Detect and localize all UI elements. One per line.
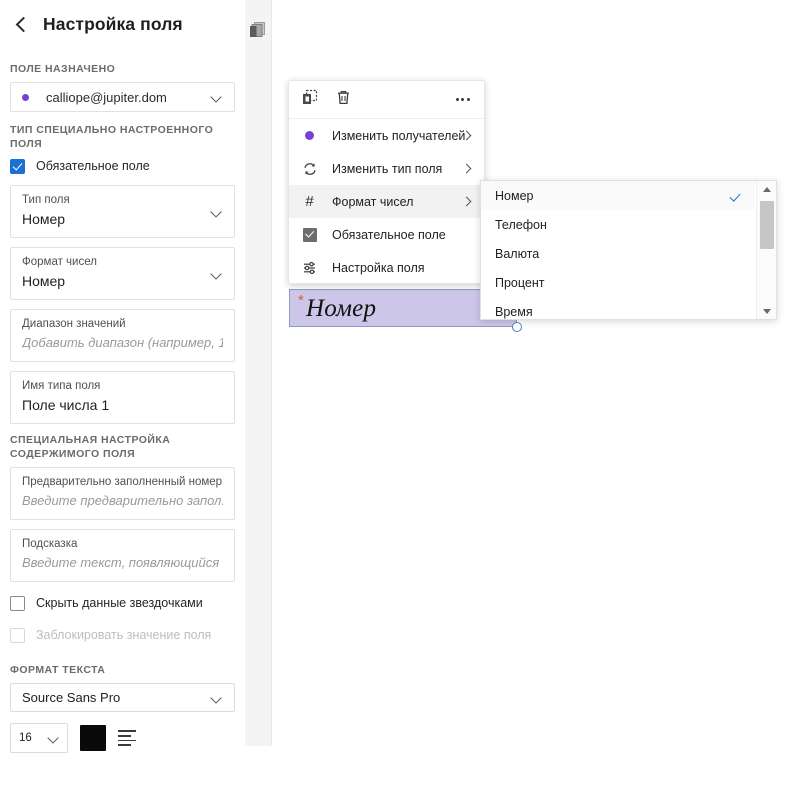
scroll-up-icon[interactable]	[757, 181, 777, 197]
assignee-select[interactable]: calliope@jupiter.dom	[10, 82, 235, 112]
check-icon	[730, 191, 742, 201]
value-range-input[interactable]: Диапазон значений Добавить диапазон (нап…	[10, 309, 235, 362]
checkbox-disabled-icon	[10, 627, 25, 643]
font-family-select[interactable]: Source Sans Pro	[10, 683, 235, 712]
chevron-down-icon	[212, 270, 223, 281]
number-format-label: Формат чисел	[22, 256, 97, 268]
submenu-options-list: Номер Телефон Валюта Процент Время	[481, 181, 755, 326]
number-format-value: Номер	[22, 273, 66, 289]
menu-item-number-format[interactable]: # Формат чисел	[289, 185, 484, 218]
required-field-label: Обязательное поле	[36, 159, 150, 173]
menu-item-label: Обязательное поле	[332, 227, 446, 242]
section-label-assigned: ПОЛЕ НАЗНАЧЕНО	[10, 63, 116, 75]
submenu-scrollbar[interactable]	[756, 181, 776, 319]
align-left-icon[interactable]	[118, 729, 138, 747]
submenu-option-time[interactable]: Время	[481, 297, 755, 326]
submenu-option-label: Телефон	[495, 217, 547, 232]
section-label-content: СПЕЦИАЛЬНАЯ НАСТРОЙКА СОДЕРЖИМОГО ПОЛЯ	[10, 434, 171, 460]
number-format-select[interactable]: Формат чисел Номер	[10, 247, 235, 300]
font-size-value: 16	[19, 732, 32, 744]
lock-value-label: Заблокировать значение поля	[36, 628, 212, 642]
field-type-name-value: Поле числа 1	[22, 397, 110, 413]
required-marker: *	[298, 292, 304, 309]
menu-item-label: Изменить тип поля	[332, 161, 443, 176]
menu-item-field-settings[interactable]: Настройка поля	[289, 251, 484, 284]
mask-data-label: Скрыть данные звездочками	[36, 596, 203, 610]
page-title: Настройка поля	[43, 14, 183, 34]
chevron-down-icon	[212, 93, 223, 104]
lock-value-checkbox-row: Заблокировать значение поля	[10, 626, 235, 644]
text-format-controls: 16	[10, 723, 235, 753]
field-type-label: Тип поля	[22, 194, 70, 206]
menu-item-label: Формат чисел	[332, 194, 414, 209]
value-range-label: Диапазон значений	[22, 318, 126, 330]
submenu-option-label: Процент	[495, 275, 545, 290]
menu-item-change-field-type[interactable]: Изменить тип поля	[289, 152, 484, 185]
field-context-menu: Изменить получателей Изменить тип поля #…	[288, 80, 485, 284]
sliders-icon	[301, 259, 318, 276]
prefilled-number-placeholder: Введите предварительно запол...	[22, 493, 223, 508]
assignee-dot-icon	[22, 93, 29, 101]
checkbox-unchecked-icon[interactable]	[10, 595, 25, 611]
submenu-option-percent[interactable]: Процент	[481, 268, 755, 297]
app-root: Настройка поля ПОЛЕ НАЗНАЧЕНО calliope@j…	[0, 0, 803, 792]
more-options-icon[interactable]	[455, 98, 470, 101]
menu-item-required-field[interactable]: Обязательное поле	[289, 218, 484, 251]
field-type-value: Номер	[22, 211, 66, 227]
chevron-left-icon[interactable]	[13, 17, 29, 33]
chevron-down-icon	[49, 734, 60, 745]
field-type-name-input[interactable]: Имя типа поля Поле числа 1	[10, 371, 235, 424]
submenu-option-label: Время	[495, 304, 533, 319]
number-format-submenu: Номер Телефон Валюта Процент Время	[480, 180, 777, 320]
prefilled-number-label: Предварительно заполненный номер	[22, 476, 223, 488]
chevron-down-icon	[212, 694, 223, 705]
menu-item-label: Изменить получателей	[332, 128, 466, 143]
chevron-down-icon	[212, 208, 223, 219]
chevron-right-icon	[463, 198, 471, 206]
pages-icon[interactable]	[249, 21, 267, 39]
field-settings-sidebar: Настройка поля ПОЛЕ НАЗНАЧЕНО calliope@j…	[0, 0, 245, 792]
submenu-option-label: Номер	[495, 188, 534, 203]
prefilled-number-input[interactable]: Предварительно заполненный номер Введите…	[10, 467, 235, 520]
hash-icon: #	[305, 193, 314, 210]
duplicate-icon[interactable]	[301, 89, 318, 111]
checkbox-checked-icon[interactable]	[10, 158, 25, 174]
menu-item-change-recipients[interactable]: Изменить получателей	[289, 119, 484, 152]
section-label-text-format: ФОРМАТ ТЕКСТА	[10, 664, 106, 676]
text-color-swatch[interactable]	[80, 725, 106, 751]
submenu-option-number[interactable]: Номер	[481, 181, 755, 210]
field-type-name-label: Имя типа поля	[22, 380, 101, 392]
font-size-select[interactable]: 16	[10, 723, 68, 753]
menu-item-label: Настройка поля	[332, 260, 425, 275]
purple-dot-icon	[301, 127, 318, 144]
checkbox-checked-icon	[301, 226, 318, 243]
assignee-value: calliope@jupiter.dom	[46, 89, 167, 105]
required-field-checkbox-row[interactable]: Обязательное поле	[10, 157, 235, 175]
submenu-option-currency[interactable]: Валюта	[481, 239, 755, 268]
scrollbar-thumb[interactable]	[760, 201, 774, 249]
left-tool-strip	[245, 0, 272, 746]
chevron-right-icon	[463, 132, 471, 140]
section-label-custom-type: ТИП СПЕЦИАЛЬНО НАСТРОЕННОГО ПОЛЯ	[10, 124, 214, 150]
font-family-value: Source Sans Pro	[22, 690, 121, 705]
tooltip-label: Подсказка	[22, 538, 78, 550]
scroll-down-icon[interactable]	[757, 303, 777, 319]
tooltip-placeholder: Введите текст, появляющийся ...	[22, 555, 223, 570]
number-field-text: Номер	[306, 295, 377, 322]
trash-icon[interactable]	[335, 89, 352, 111]
mask-data-checkbox-row[interactable]: Скрыть данные звездочками	[10, 594, 235, 612]
chevron-right-icon	[463, 165, 471, 173]
sidebar-header: Настройка поля	[0, 0, 245, 35]
value-range-placeholder: Добавить диапазон (например, 1...	[22, 335, 223, 350]
submenu-option-phone[interactable]: Телефон	[481, 210, 755, 239]
field-type-select[interactable]: Тип поля Номер	[10, 185, 235, 238]
sync-icon	[301, 160, 318, 177]
context-menu-toolbar	[289, 81, 484, 119]
tooltip-input[interactable]: Подсказка Введите текст, появляющийся ..…	[10, 529, 235, 582]
submenu-option-label: Валюта	[495, 246, 540, 261]
resize-handle[interactable]	[512, 322, 522, 332]
